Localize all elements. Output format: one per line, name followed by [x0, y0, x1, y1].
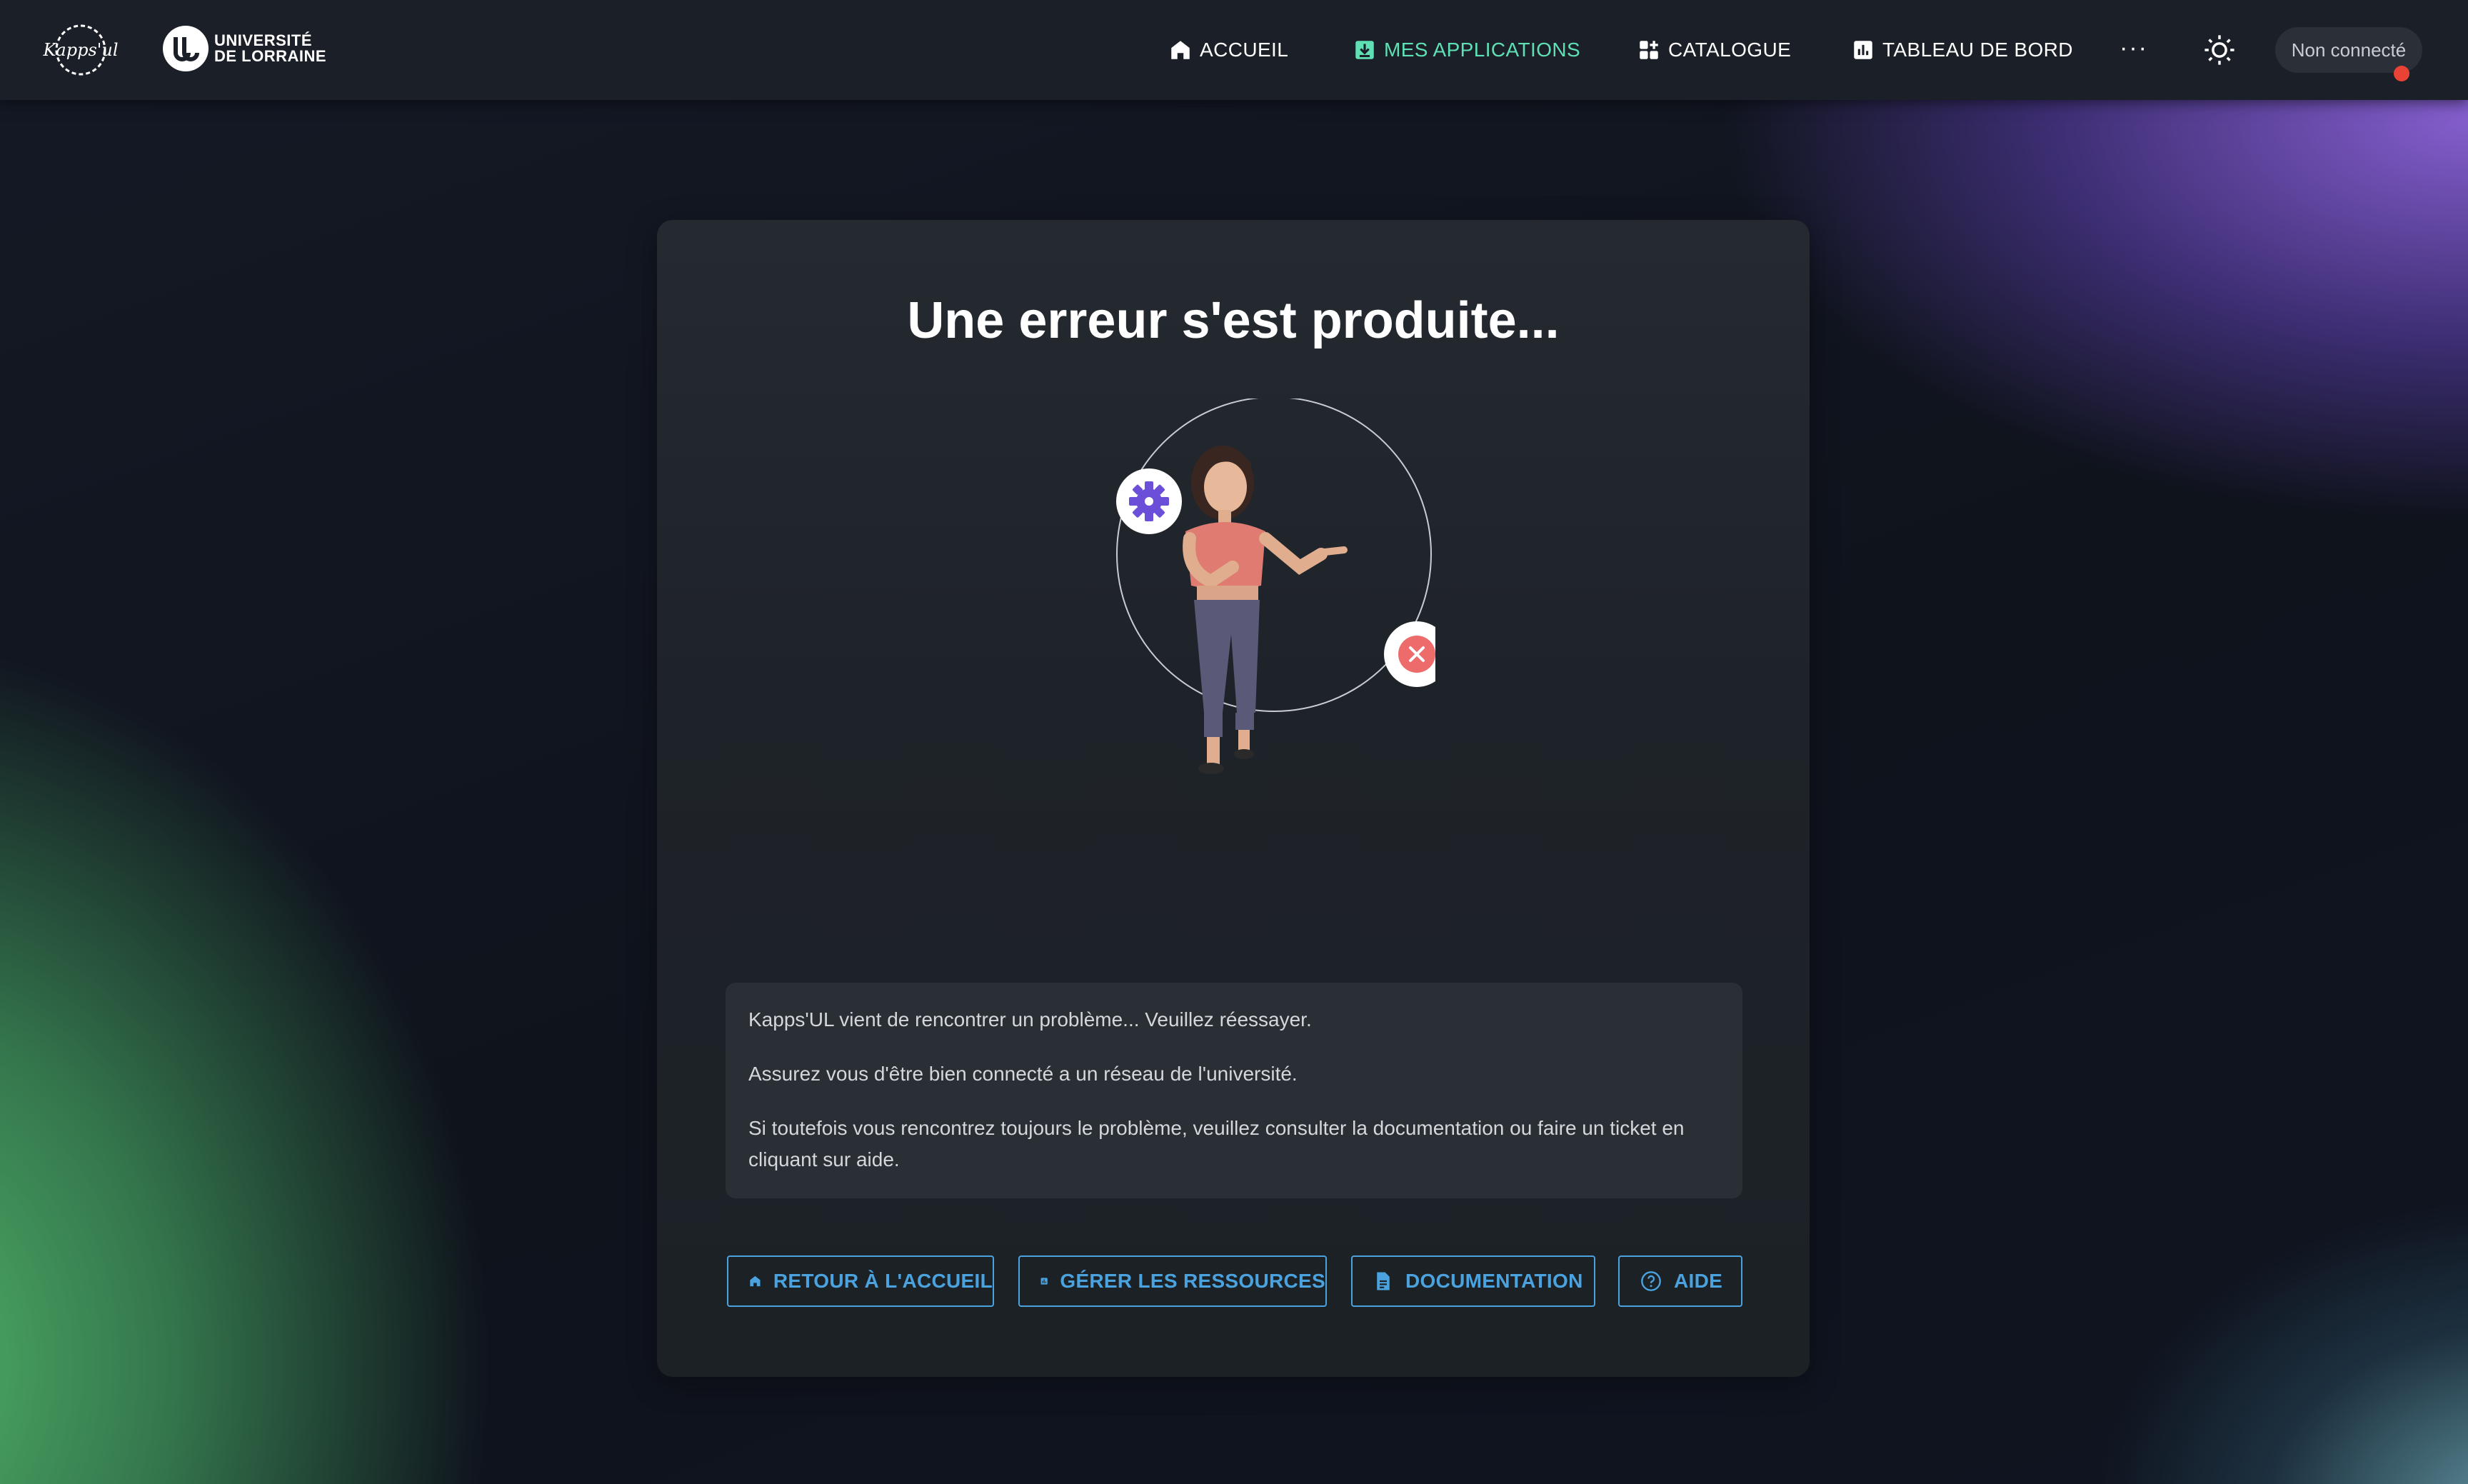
error-card: Une erreur s'est produite... Kapps'UL vi…: [657, 220, 1810, 1377]
download-box-icon: [1355, 41, 1374, 59]
page-title: Une erreur s'est produite...: [907, 292, 1560, 349]
nav-item-label: ACCUEIL: [1200, 39, 1289, 61]
university-line-1: UNIVERSITÉ: [214, 31, 313, 49]
error-message-box: Kapps'UL vient de rencontrer un problème…: [726, 983, 1742, 1198]
ul-monogram-icon: [163, 26, 209, 71]
university-line-2: DE LORRAINE: [214, 47, 327, 65]
bar-chart-icon: [1040, 1278, 1048, 1285]
manage-resources-button[interactable]: GÉRER LES RESSOURCES: [1018, 1255, 1327, 1307]
nav-item-label: CATALOGUE: [1668, 39, 1792, 61]
top-navbar: Kapps'ul UNIVERSITÉ DE LORRAINE ACCUEIL …: [0, 0, 2468, 100]
help-label: AIDE: [1674, 1270, 1723, 1292]
gear-badge: [1116, 468, 1182, 534]
nav-item-tableau-de-bord[interactable]: TABLEAU DE BORD: [1851, 33, 2073, 67]
error-illustration: [1116, 398, 1435, 774]
nav-item-accueil[interactable]: ACCUEIL: [1168, 33, 1288, 67]
universite-lorraine-logo[interactable]: UNIVERSITÉ DE LORRAINE: [163, 26, 326, 71]
bar-chart-icon: [1854, 41, 1872, 59]
back-home-label: RETOUR À L'ACCUEIL: [773, 1270, 993, 1292]
document-icon: [1377, 1272, 1390, 1290]
documentation-label: DOCUMENTATION: [1405, 1270, 1583, 1292]
apps-plus-icon: [1640, 41, 1658, 59]
home-icon: [1171, 41, 1190, 59]
error-message-2: Assurez vous d'être bien connecté a un r…: [748, 1063, 1298, 1085]
nav-item-label: MES APPLICATIONS: [1384, 39, 1581, 61]
sun-icon: [2204, 35, 2234, 65]
nav-item-label: TABLEAU DE BORD: [1882, 39, 2073, 61]
woman-figure: [1183, 446, 1348, 774]
error-message-3: Si toutefois vous rencontrez toujours le…: [748, 1117, 1685, 1170]
theme-toggle-button[interactable]: [2201, 31, 2238, 69]
help-button[interactable]: AIDE: [1618, 1255, 1742, 1307]
kappsul-logo[interactable]: Kapps'ul: [41, 21, 120, 79]
manage-resources-label: GÉRER LES RESSOURCES: [1060, 1270, 1325, 1292]
back-home-button[interactable]: RETOUR À L'ACCUEIL: [727, 1255, 994, 1307]
help-circle-icon: [1641, 1271, 1661, 1291]
status-indicator: [2394, 66, 2409, 81]
error-message-1: Kapps'UL vient de rencontrer un problème…: [748, 1008, 1312, 1031]
documentation-button[interactable]: DOCUMENTATION: [1351, 1255, 1595, 1307]
svg-text:Kapps'ul: Kapps'ul: [42, 40, 118, 60]
university-name: UNIVERSITÉ DE LORRAINE: [214, 33, 326, 64]
home-icon: [750, 1275, 761, 1287]
nav-item-mes-applications[interactable]: MES APPLICATIONS: [1353, 33, 1580, 67]
nav-item-catalogue[interactable]: CATALOGUE: [1637, 33, 1791, 67]
more-menu-button[interactable]: ···: [2120, 34, 2148, 62]
close-badge: [1384, 621, 1435, 687]
